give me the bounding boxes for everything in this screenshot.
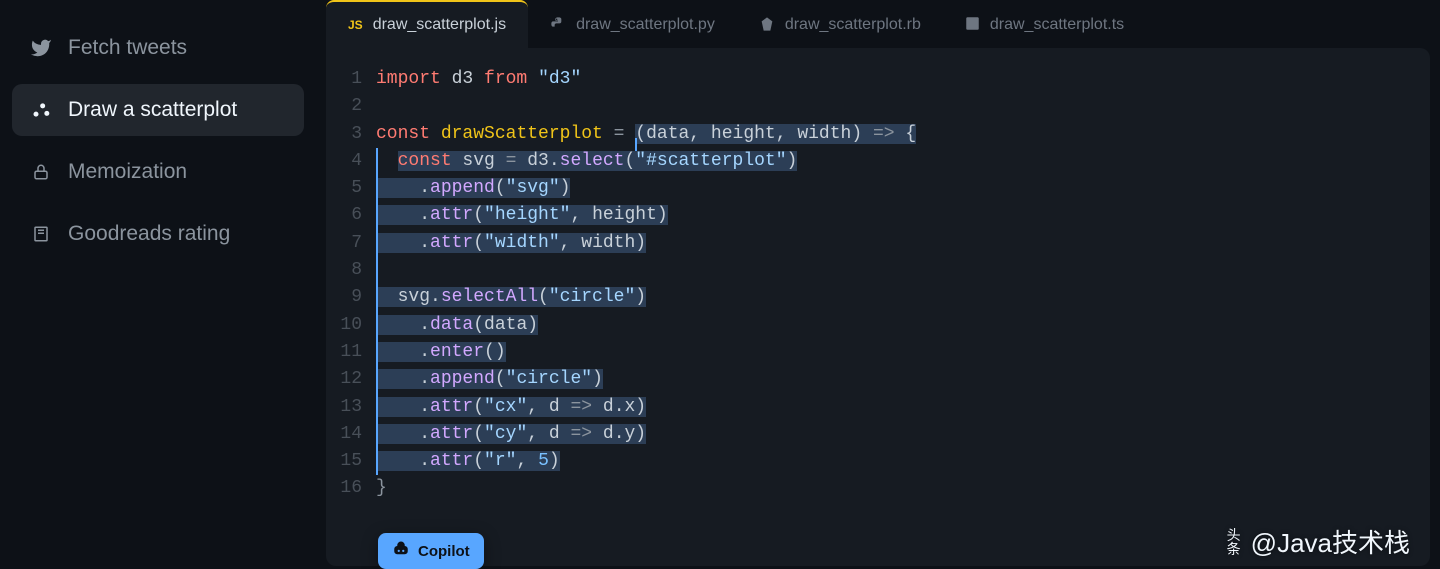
code-content: .attr("cx", d => d.x) (376, 394, 646, 421)
sidebar-item-memoization[interactable]: Memoization (12, 146, 304, 198)
code-line: 8 (326, 257, 1430, 284)
line-number: 12 (326, 366, 376, 393)
line-number: 2 (326, 93, 376, 120)
line-number: 8 (326, 257, 376, 284)
code-content: const svg = d3.select("#scatterplot") (376, 148, 797, 175)
code-content: } (376, 475, 387, 502)
line-number: 10 (326, 312, 376, 339)
code-line: 1import d3 from "d3" (326, 66, 1430, 93)
code-line: 4 const svg = d3.select("#scatterplot") (326, 148, 1430, 175)
code-line: 3const drawScatterplot = (data, height, … (326, 121, 1430, 148)
code-content: .enter() (376, 339, 506, 366)
line-number: 7 (326, 230, 376, 257)
watermark: 头条 @Java技术栈 (1227, 523, 1410, 560)
line-number: 4 (326, 148, 376, 175)
tab-label: draw_scatterplot.ts (990, 16, 1124, 34)
copilot-button[interactable]: Copilot (378, 533, 484, 569)
code-line: 2 (326, 93, 1430, 120)
sidebar-item-label: Draw a scatterplot (68, 98, 237, 122)
code-line: 7 .attr("width", width) (326, 230, 1430, 257)
code-content: .attr("width", width) (376, 230, 646, 257)
code-editor[interactable]: 1import d3 from "d3"23const drawScatterp… (326, 48, 1430, 566)
lock-icon (30, 161, 52, 183)
code-content: .append("circle") (376, 366, 603, 393)
js-icon: JS (348, 18, 363, 32)
code-line: 15 .attr("r", 5) (326, 448, 1430, 475)
tab-js[interactable]: JS draw_scatterplot.js (326, 0, 528, 48)
tab-label: draw_scatterplot.py (576, 16, 715, 34)
code-line: 13 .attr("cx", d => d.x) (326, 394, 1430, 421)
code-content: .append("svg") (376, 175, 570, 202)
code-content: .attr("r", 5) (376, 448, 560, 475)
book-icon (30, 223, 52, 245)
python-icon (550, 16, 566, 35)
sidebar-item-label: Goodreads rating (68, 222, 230, 246)
code-line: 16} (326, 475, 1430, 502)
tab-label: draw_scatterplot.rb (785, 16, 921, 34)
code-line: 14 .attr("cy", d => d.y) (326, 421, 1430, 448)
sidebar-item-label: Memoization (68, 160, 187, 184)
tab-ts[interactable]: draw_scatterplot.ts (943, 0, 1146, 48)
line-number: 9 (326, 284, 376, 311)
copilot-icon (392, 540, 410, 562)
line-number: 14 (326, 421, 376, 448)
code-content: .attr("cy", d => d.y) (376, 421, 646, 448)
sidebar-item-draw-scatterplot[interactable]: Draw a scatterplot (12, 84, 304, 136)
line-number: 6 (326, 202, 376, 229)
code-content: svg.selectAll("circle") (376, 284, 646, 311)
code-line: 6 .attr("height", height) (326, 202, 1430, 229)
line-number: 5 (326, 175, 376, 202)
toutiao-icon: 头条 (1227, 528, 1241, 556)
code-content: .attr("height", height) (376, 202, 668, 229)
tab-rb[interactable]: draw_scatterplot.rb (737, 0, 943, 48)
code-line: 5 .append("svg") (326, 175, 1430, 202)
line-number: 15 (326, 448, 376, 475)
twitter-icon (30, 37, 52, 59)
code-line: 11 .enter() (326, 339, 1430, 366)
typescript-icon (965, 16, 980, 34)
tab-label: draw_scatterplot.js (373, 16, 506, 34)
tabs: JS draw_scatterplot.js draw_scatterplot.… (326, 0, 1430, 48)
line-number: 11 (326, 339, 376, 366)
sidebar-item-label: Fetch tweets (68, 36, 187, 60)
copilot-label: Copilot (418, 543, 470, 560)
editor-area: JS draw_scatterplot.js draw_scatterplot.… (326, 0, 1430, 566)
watermark-text: @Java技术栈 (1251, 523, 1410, 560)
line-number: 13 (326, 394, 376, 421)
sidebar: Fetch tweets Draw a scatterplot Memoizat… (0, 0, 316, 566)
code-content: const drawScatterplot = (data, height, w… (376, 121, 916, 148)
code-line: 10 .data(data) (326, 312, 1430, 339)
line-number: 16 (326, 475, 376, 502)
scatter-icon (30, 99, 52, 121)
line-number: 1 (326, 66, 376, 93)
line-number: 3 (326, 121, 376, 148)
code-line: 9 svg.selectAll("circle") (326, 284, 1430, 311)
code-content: .data(data) (376, 312, 538, 339)
code-content: import d3 from "d3" (376, 66, 581, 93)
code-line: 12 .append("circle") (326, 366, 1430, 393)
ruby-icon (759, 16, 775, 35)
tab-py[interactable]: draw_scatterplot.py (528, 0, 737, 48)
sidebar-item-goodreads[interactable]: Goodreads rating (12, 208, 304, 260)
sidebar-item-fetch-tweets[interactable]: Fetch tweets (12, 22, 304, 74)
